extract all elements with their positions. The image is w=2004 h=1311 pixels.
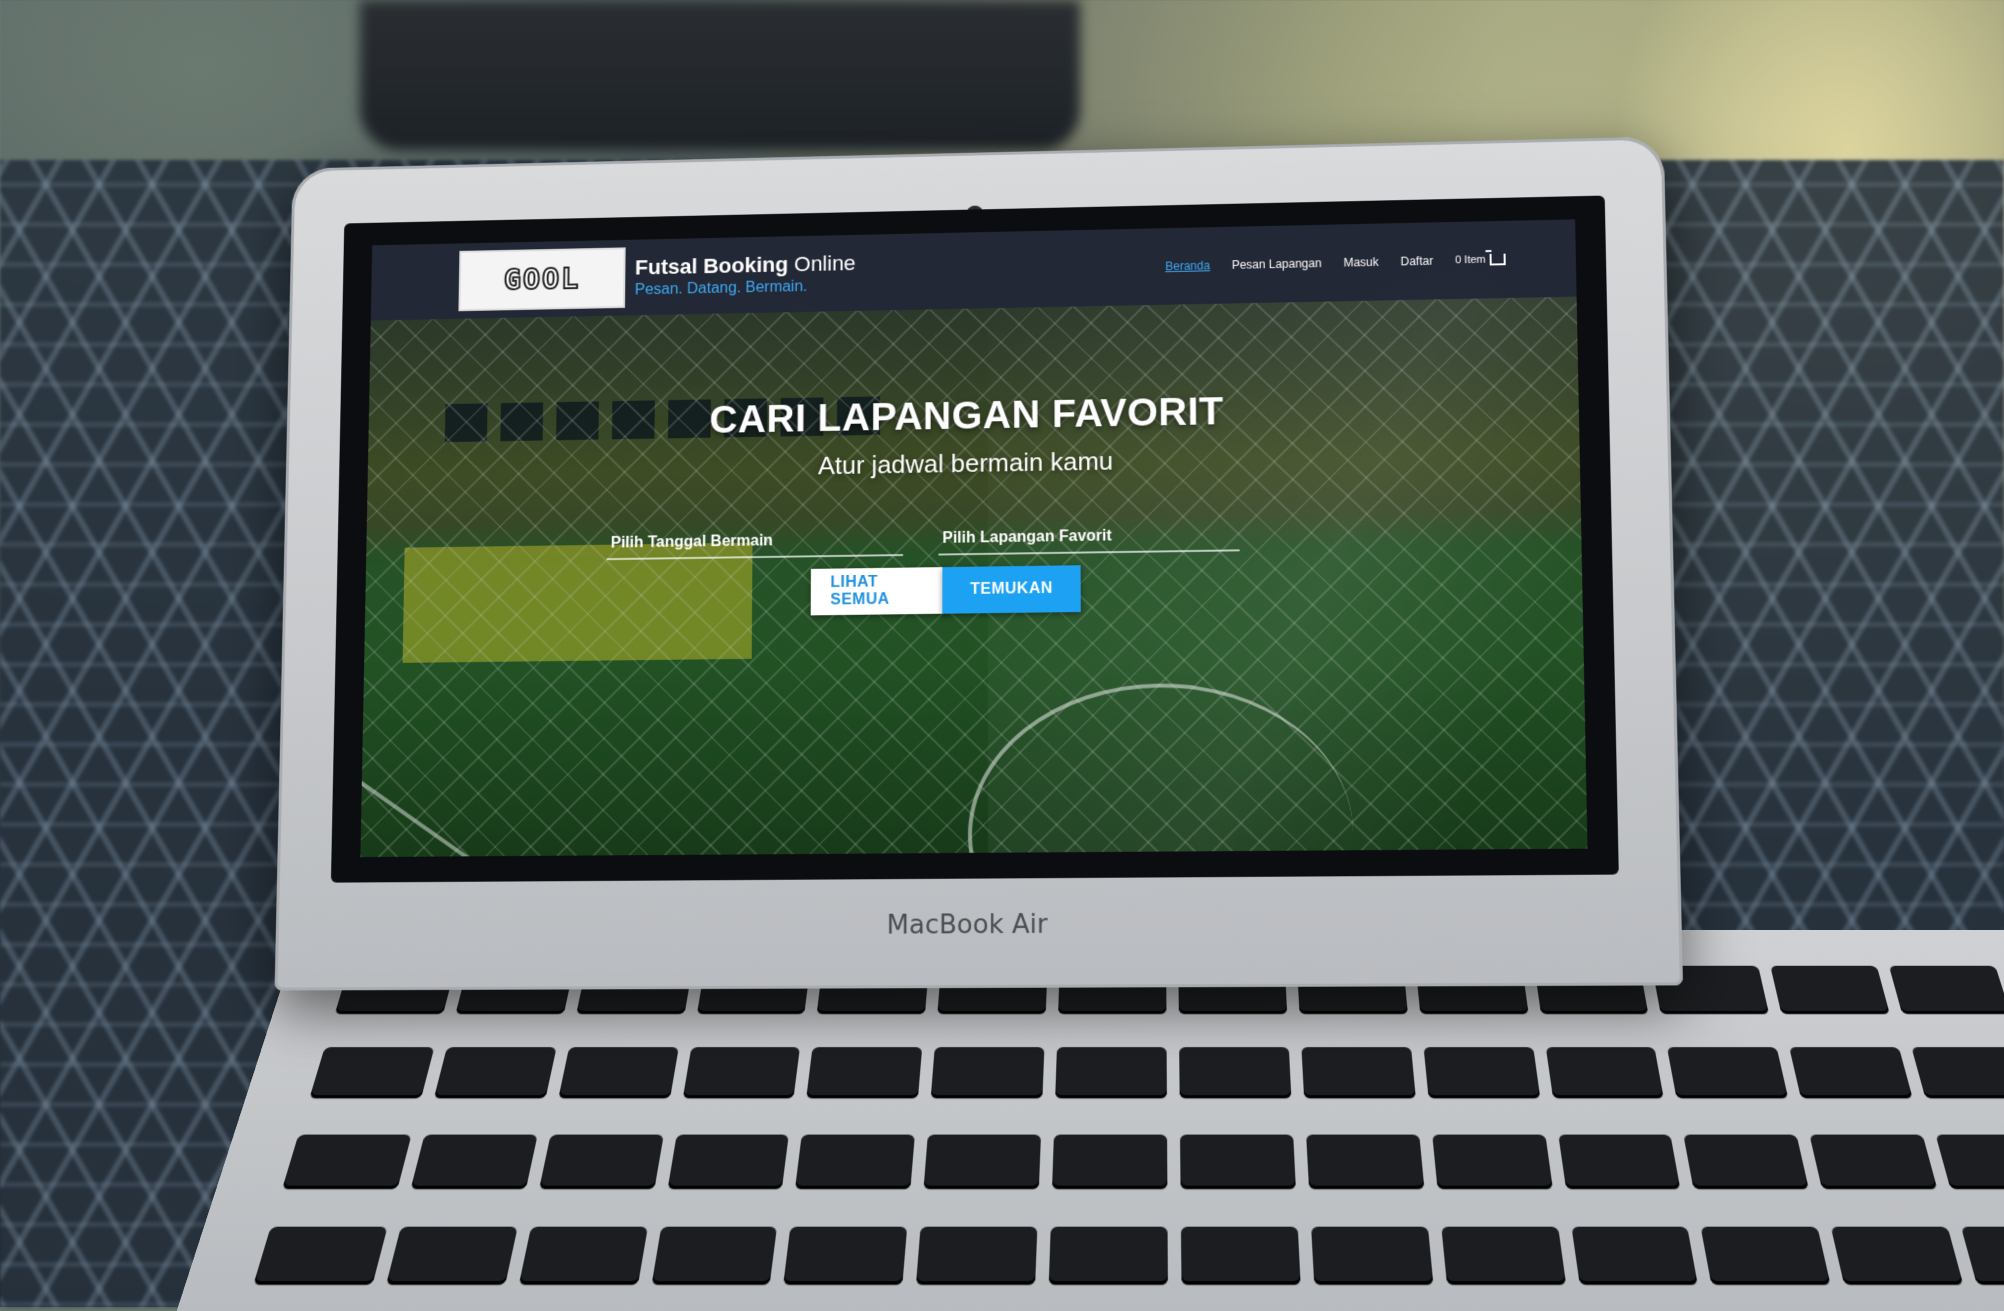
see-all-button[interactable]: LIHAT SEMUA (810, 567, 949, 616)
key (1570, 1226, 1699, 1285)
key (1545, 1047, 1665, 1099)
key (923, 1134, 1042, 1189)
background-chair (360, 0, 1080, 150)
key (518, 1226, 648, 1285)
key (1180, 1226, 1301, 1285)
site-name-light: Online (794, 251, 856, 277)
key (1935, 1134, 2004, 1189)
key (538, 1134, 664, 1189)
key (410, 1134, 538, 1189)
key (1048, 1226, 1168, 1285)
key (1667, 1047, 1789, 1099)
key (1301, 1047, 1416, 1099)
key (1683, 1134, 1809, 1189)
cart-icon (1489, 253, 1506, 266)
key (667, 1134, 790, 1189)
key (1305, 1134, 1425, 1189)
key (930, 1047, 1045, 1099)
key (1440, 1226, 1566, 1285)
key (1179, 1134, 1296, 1189)
key (783, 1226, 908, 1285)
key (1889, 965, 2004, 1014)
screen-bezel: GOOL Futsal Booking Online Pesan. Datang… (330, 195, 1619, 883)
nav-link-pesan-lapangan[interactable]: Pesan Lapangan (1232, 256, 1322, 271)
key (1961, 1226, 2004, 1285)
site-title: Futsal Booking Online Pesan. Datang. Ber… (635, 251, 856, 299)
key (309, 1047, 435, 1099)
keyboard (245, 965, 2004, 1311)
nav-link-daftar[interactable]: Daftar (1400, 254, 1433, 268)
device-brand-label: MacBook Air (886, 909, 1048, 941)
site-name-bold: Futsal Booking (634, 252, 789, 280)
key (1830, 1226, 1964, 1285)
key (1052, 1134, 1168, 1189)
key (1911, 1047, 2004, 1099)
site-tagline: Pesan. Datang. Bermain. (634, 278, 808, 299)
nav-menu: Beranda Pesan Lapangan Masuk Daftar 0 It… (1165, 253, 1506, 273)
key (651, 1226, 778, 1285)
key (1310, 1226, 1434, 1285)
cart-count: 0 Item (1454, 254, 1486, 267)
key (1423, 1047, 1540, 1099)
laptop-lid: GOOL Futsal Booking Online Pesan. Datang… (274, 136, 1684, 991)
nav-link-masuk[interactable]: Masuk (1343, 255, 1378, 269)
key (795, 1134, 916, 1189)
key (557, 1047, 679, 1099)
nav-link-beranda[interactable]: Beranda (1165, 259, 1210, 273)
date-field[interactable]: Pilih Tanggal Bermain (606, 513, 904, 561)
court-field[interactable]: Pilih Lapangan Favorit (938, 508, 1240, 556)
browser-viewport: GOOL Futsal Booking Online Pesan. Datang… (360, 219, 1588, 858)
key (385, 1226, 518, 1285)
cart-link[interactable]: 0 Item (1454, 253, 1506, 267)
key (1770, 965, 1890, 1014)
find-button[interactable]: TEMUKAN (942, 565, 1081, 614)
key (433, 1047, 557, 1099)
key (1700, 1226, 1831, 1285)
key (282, 1134, 412, 1189)
key (253, 1226, 388, 1285)
site-logo[interactable]: GOOL (458, 247, 626, 312)
key (806, 1047, 923, 1099)
key (916, 1226, 1038, 1285)
key (1789, 1047, 1913, 1099)
logo-text: GOOL (502, 261, 581, 298)
key (682, 1047, 801, 1099)
key (1809, 1134, 1938, 1189)
key (1179, 1047, 1292, 1099)
key (1431, 1134, 1553, 1189)
key (1055, 1047, 1167, 1099)
site-name: Futsal Booking Online (635, 251, 856, 280)
key (1557, 1134, 1681, 1189)
